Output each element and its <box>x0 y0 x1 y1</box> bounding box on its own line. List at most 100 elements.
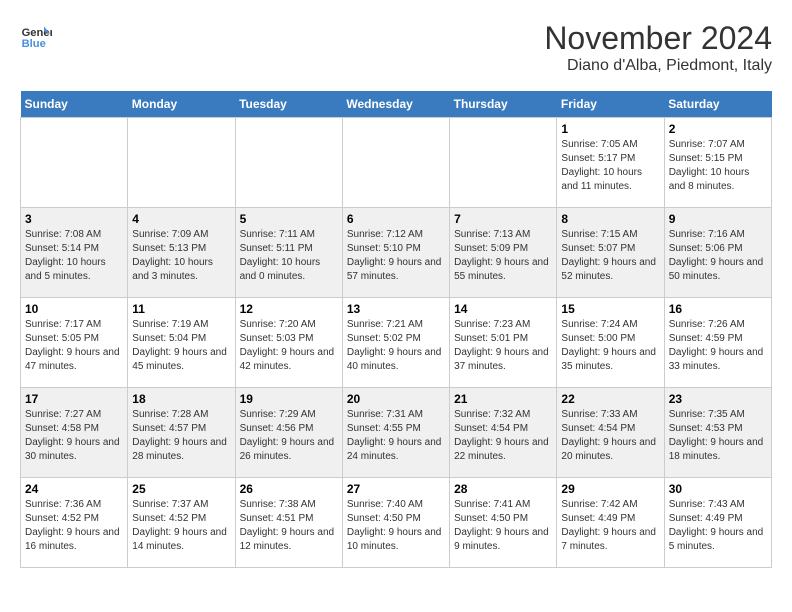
day-info: Sunrise: 7:17 AM Sunset: 5:05 PM Dayligh… <box>25 318 123 374</box>
calendar-cell: 2 Sunrise: 7:07 AM Sunset: 5:15 PM Daylig… <box>664 118 771 208</box>
calendar-cell: 26 Sunrise: 7:38 AM Sunset: 4:51 PM Dayli… <box>235 478 342 568</box>
calendar-cell: 24 Sunrise: 7:36 AM Sunset: 4:52 PM Dayli… <box>21 478 128 568</box>
day-info: Sunrise: 7:38 AM Sunset: 4:51 PM Dayligh… <box>240 498 338 554</box>
day-number: 17 <box>25 392 123 406</box>
day-info: Sunrise: 7:23 AM Sunset: 5:01 PM Dayligh… <box>454 318 552 374</box>
day-number: 30 <box>669 482 767 496</box>
day-number: 21 <box>454 392 552 406</box>
svg-text:General: General <box>22 27 52 39</box>
day-number: 29 <box>561 482 659 496</box>
day-number: 24 <box>25 482 123 496</box>
weekday-header-cell: Thursday <box>450 91 557 118</box>
calendar-cell: 6Sunrise: 7:12 AM Sunset: 5:10 PM Daylig… <box>342 208 449 298</box>
day-number: 10 <box>25 302 123 316</box>
day-number: 14 <box>454 302 552 316</box>
calendar-cell: 22 Sunrise: 7:33 AM Sunset: 4:54 PM Dayli… <box>557 388 664 478</box>
calendar-cell: 30 Sunrise: 7:43 AM Sunset: 4:49 PM Dayli… <box>664 478 771 568</box>
month-title: November 2024 <box>544 20 772 57</box>
calendar-cell <box>342 118 449 208</box>
day-info: Sunrise: 7:07 AM Sunset: 5:15 PM Dayligh… <box>669 138 767 194</box>
day-number: 1 <box>561 122 659 136</box>
calendar-cell: 14 Sunrise: 7:23 AM Sunset: 5:01 PM Dayli… <box>450 298 557 388</box>
calendar-week-row: 3 Sunrise: 7:08 AM Sunset: 5:14 PM Daylig… <box>21 208 772 298</box>
day-info: Sunrise: 7:36 AM Sunset: 4:52 PM Dayligh… <box>25 498 123 554</box>
calendar-cell: 21Sunrise: 7:32 AM Sunset: 4:54 PM Dayli… <box>450 388 557 478</box>
day-info: Sunrise: 7:26 AM Sunset: 4:59 PM Dayligh… <box>669 318 767 374</box>
calendar-cell: 19Sunrise: 7:29 AM Sunset: 4:56 PM Dayli… <box>235 388 342 478</box>
day-info: Sunrise: 7:19 AM Sunset: 5:04 PM Dayligh… <box>132 318 230 374</box>
calendar-cell: 16 Sunrise: 7:26 AM Sunset: 4:59 PM Dayli… <box>664 298 771 388</box>
weekday-header-cell: Saturday <box>664 91 771 118</box>
day-info: Sunrise: 7:16 AM Sunset: 5:06 PM Dayligh… <box>669 228 767 284</box>
calendar-cell: 29 Sunrise: 7:42 AM Sunset: 4:49 PM Dayli… <box>557 478 664 568</box>
weekday-header-cell: Monday <box>128 91 235 118</box>
calendar-cell: 1Sunrise: 7:05 AM Sunset: 5:17 PM Daylig… <box>557 118 664 208</box>
day-number: 3 <box>25 212 123 226</box>
calendar-week-row: 17Sunrise: 7:27 AM Sunset: 4:58 PM Dayli… <box>21 388 772 478</box>
day-info: Sunrise: 7:28 AM Sunset: 4:57 PM Dayligh… <box>132 408 230 464</box>
day-info: Sunrise: 7:31 AM Sunset: 4:55 PM Dayligh… <box>347 408 445 464</box>
calendar-cell: 3 Sunrise: 7:08 AM Sunset: 5:14 PM Daylig… <box>21 208 128 298</box>
title-area: November 2024 Diano d'Alba, Piedmont, It… <box>544 20 772 75</box>
calendar-cell: 17Sunrise: 7:27 AM Sunset: 4:58 PM Dayli… <box>21 388 128 478</box>
day-number: 11 <box>132 302 230 316</box>
day-number: 20 <box>347 392 445 406</box>
day-number: 12 <box>240 302 338 316</box>
calendar-body: 1Sunrise: 7:05 AM Sunset: 5:17 PM Daylig… <box>21 118 772 568</box>
day-number: 22 <box>561 392 659 406</box>
day-number: 18 <box>132 392 230 406</box>
calendar-cell <box>450 118 557 208</box>
day-number: 27 <box>347 482 445 496</box>
day-number: 6 <box>347 212 445 226</box>
day-info: Sunrise: 7:11 AM Sunset: 5:11 PM Dayligh… <box>240 228 338 284</box>
day-info: Sunrise: 7:08 AM Sunset: 5:14 PM Dayligh… <box>25 228 123 284</box>
day-info: Sunrise: 7:20 AM Sunset: 5:03 PM Dayligh… <box>240 318 338 374</box>
weekday-header-row: SundayMondayTuesdayWednesdayThursdayFrid… <box>21 91 772 118</box>
day-number: 13 <box>347 302 445 316</box>
day-number: 2 <box>669 122 767 136</box>
day-info: Sunrise: 7:35 AM Sunset: 4:53 PM Dayligh… <box>669 408 767 464</box>
header: General Blue November 2024 Diano d'Alba,… <box>20 20 772 75</box>
weekday-header-cell: Tuesday <box>235 91 342 118</box>
day-number: 5 <box>240 212 338 226</box>
location-title: Diano d'Alba, Piedmont, Italy <box>544 57 772 75</box>
day-number: 7 <box>454 212 552 226</box>
day-info: Sunrise: 7:37 AM Sunset: 4:52 PM Dayligh… <box>132 498 230 554</box>
day-number: 8 <box>561 212 659 226</box>
calendar-cell: 5 Sunrise: 7:11 AM Sunset: 5:11 PM Daylig… <box>235 208 342 298</box>
day-info: Sunrise: 7:43 AM Sunset: 4:49 PM Dayligh… <box>669 498 767 554</box>
calendar-cell: 8Sunrise: 7:15 AM Sunset: 5:07 PM Daylig… <box>557 208 664 298</box>
calendar-cell: 12 Sunrise: 7:20 AM Sunset: 5:03 PM Dayli… <box>235 298 342 388</box>
day-info: Sunrise: 7:24 AM Sunset: 5:00 PM Dayligh… <box>561 318 659 374</box>
calendar-cell: 11 Sunrise: 7:19 AM Sunset: 5:04 PM Dayli… <box>128 298 235 388</box>
calendar-week-row: 10 Sunrise: 7:17 AM Sunset: 5:05 PM Dayli… <box>21 298 772 388</box>
day-number: 28 <box>454 482 552 496</box>
logo-icon: General Blue <box>20 20 52 52</box>
day-info: Sunrise: 7:33 AM Sunset: 4:54 PM Dayligh… <box>561 408 659 464</box>
calendar-cell: 28 Sunrise: 7:41 AM Sunset: 4:50 PM Dayli… <box>450 478 557 568</box>
calendar-cell: 25Sunrise: 7:37 AM Sunset: 4:52 PM Dayli… <box>128 478 235 568</box>
day-info: Sunrise: 7:41 AM Sunset: 4:50 PM Dayligh… <box>454 498 552 554</box>
day-number: 9 <box>669 212 767 226</box>
weekday-header-cell: Friday <box>557 91 664 118</box>
calendar-cell: 23Sunrise: 7:35 AM Sunset: 4:53 PM Dayli… <box>664 388 771 478</box>
calendar-cell: 9 Sunrise: 7:16 AM Sunset: 5:06 PM Daylig… <box>664 208 771 298</box>
calendar-cell: 20 Sunrise: 7:31 AM Sunset: 4:55 PM Dayli… <box>342 388 449 478</box>
calendar-cell: 18 Sunrise: 7:28 AM Sunset: 4:57 PM Dayli… <box>128 388 235 478</box>
calendar-cell: 15 Sunrise: 7:24 AM Sunset: 5:00 PM Dayli… <box>557 298 664 388</box>
calendar-table: SundayMondayTuesdayWednesdayThursdayFrid… <box>20 91 772 568</box>
calendar-cell: 27 Sunrise: 7:40 AM Sunset: 4:50 PM Dayli… <box>342 478 449 568</box>
day-info: Sunrise: 7:40 AM Sunset: 4:50 PM Dayligh… <box>347 498 445 554</box>
day-number: 4 <box>132 212 230 226</box>
day-number: 16 <box>669 302 767 316</box>
day-number: 15 <box>561 302 659 316</box>
calendar-cell <box>21 118 128 208</box>
day-info: Sunrise: 7:09 AM Sunset: 5:13 PM Dayligh… <box>132 228 230 284</box>
day-info: Sunrise: 7:42 AM Sunset: 4:49 PM Dayligh… <box>561 498 659 554</box>
calendar-week-row: 1Sunrise: 7:05 AM Sunset: 5:17 PM Daylig… <box>21 118 772 208</box>
calendar-cell <box>235 118 342 208</box>
logo: General Blue <box>20 20 52 52</box>
calendar-cell <box>128 118 235 208</box>
day-number: 26 <box>240 482 338 496</box>
svg-text:Blue: Blue <box>22 38 46 50</box>
